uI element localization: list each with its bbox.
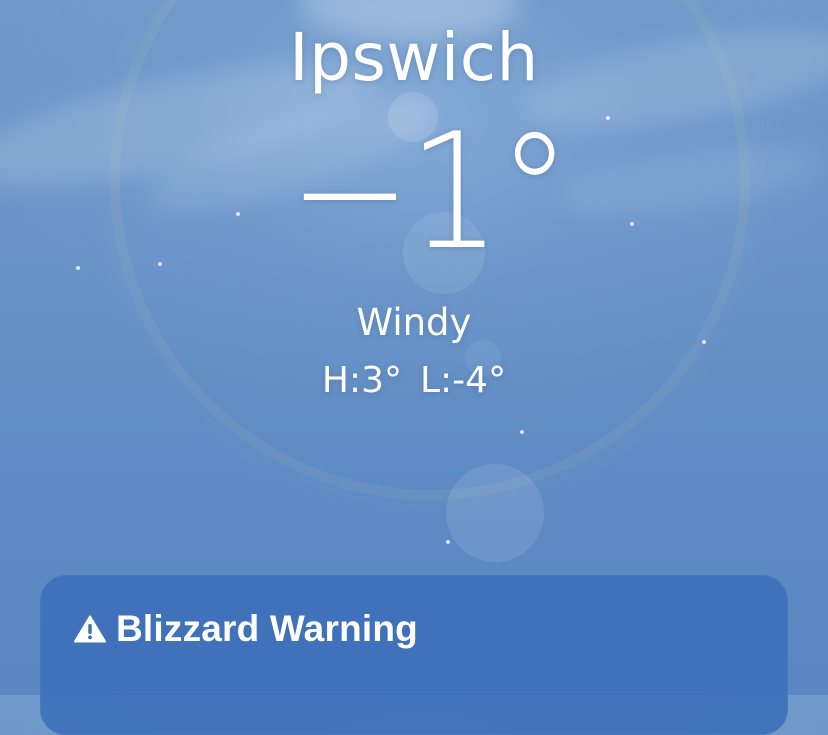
warning-triangle-icon (74, 615, 106, 643)
location-name: Ipswich (289, 19, 539, 96)
alert-header[interactable]: Blizzard Warning (74, 607, 418, 651)
low-temperature: L:-4° (420, 360, 507, 401)
current-temperature: −1° (288, 98, 571, 285)
weather-condition: Windy (356, 301, 472, 344)
snowflake (520, 430, 524, 434)
alert-title: Blizzard Warning (116, 608, 418, 649)
severe-weather-alert-card[interactable]: Blizzard Warning (40, 575, 788, 735)
lens-flare (446, 464, 544, 562)
high-low-temperatures: H:3° L:-4° (0, 358, 828, 404)
high-temperature: H:3° (321, 360, 402, 401)
snowflake (446, 540, 450, 544)
temperature-row: −1° (0, 102, 828, 282)
